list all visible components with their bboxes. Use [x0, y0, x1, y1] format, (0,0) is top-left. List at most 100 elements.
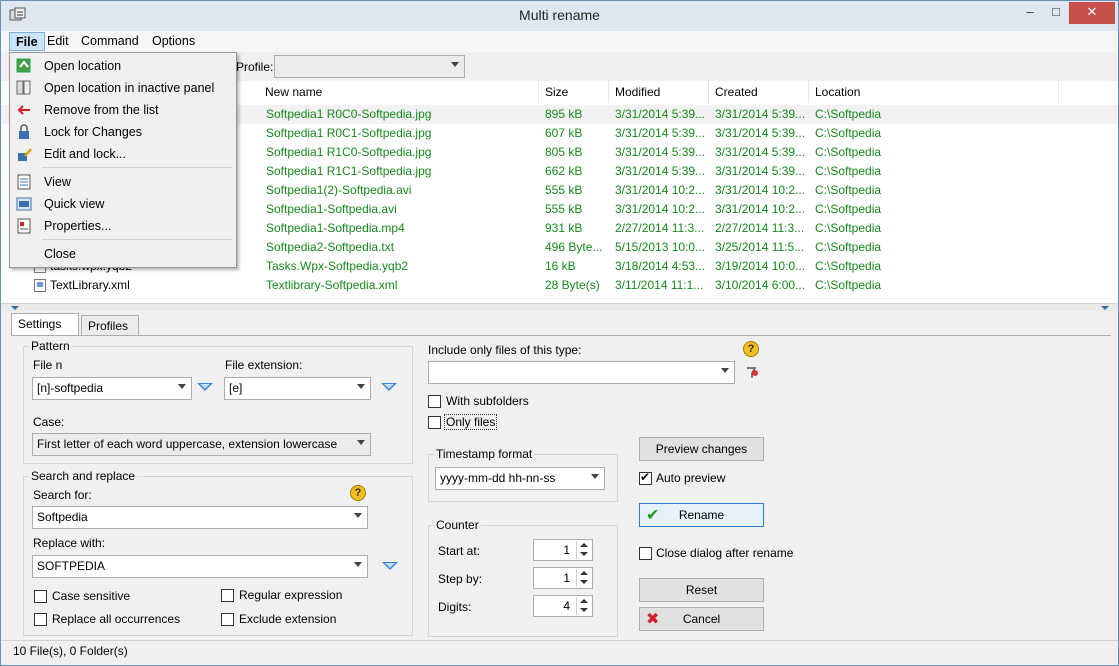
view-icon	[17, 174, 31, 190]
chevron-down-icon	[591, 474, 599, 479]
modified-cell: 3/18/2014 4:53...	[615, 259, 706, 273]
spinner-arrows-icon[interactable]	[576, 597, 591, 615]
menu-item-label: Open location	[44, 59, 122, 73]
chevron-down-icon	[357, 440, 365, 445]
tab-settings[interactable]: Settings	[11, 313, 79, 336]
menu-item-label: Properties...	[44, 219, 112, 233]
maximize-button[interactable]: □	[1043, 2, 1069, 24]
extension-insert-dropdown-icon[interactable]	[381, 383, 397, 391]
size-cell: 805 kB	[545, 145, 583, 159]
step-by-spinner[interactable]: 1	[533, 567, 593, 589]
filter-help-icon[interactable]: ?	[743, 341, 759, 357]
profile-select[interactable]	[274, 55, 465, 78]
replace-with-input[interactable]: SOFTPEDIA	[32, 555, 368, 578]
menu-item-label: Lock for Changes	[44, 125, 142, 139]
spinner-arrows-icon[interactable]	[576, 541, 591, 559]
case-select[interactable]: First letter of each word uppercase, ext…	[32, 433, 371, 456]
regex-label: Regular expression	[239, 588, 343, 602]
include-type-select[interactable]	[428, 361, 735, 384]
menu-item-remove[interactable]: Remove from the list	[10, 99, 236, 121]
with-subfolders-label: With subfolders	[446, 394, 529, 408]
digits-label: Digits:	[438, 600, 472, 614]
modified-cell: 3/31/2014 5:39...	[615, 145, 706, 159]
title-bar: Multi rename – □ ✕	[1, 1, 1118, 31]
new-name-cell: Softpedia2-Softpedia.txt	[266, 240, 395, 254]
new-name-cell: Softpedia1 R1C1-Softpedia.jpg	[266, 164, 432, 178]
status-text: 10 File(s), 0 Folder(s)	[13, 644, 128, 658]
define-filter-icon[interactable]	[745, 365, 761, 381]
collapse-left-icon[interactable]	[11, 306, 19, 310]
column-location[interactable]: Location	[809, 81, 1059, 103]
column-created[interactable]: Created	[709, 81, 809, 103]
start-at-label: Start at:	[438, 544, 481, 558]
cancel-label: Cancel	[682, 612, 721, 626]
menu-item-properties[interactable]: Properties...	[10, 215, 236, 237]
menu-item-label: Edit and lock...	[44, 147, 126, 161]
check-icon: ✔	[646, 507, 660, 524]
menu-item-edit-lock[interactable]: Edit and lock...	[10, 143, 236, 165]
close-window-button[interactable]: ✕	[1069, 2, 1115, 24]
reset-button[interactable]: Reset	[639, 578, 764, 602]
new-name-cell: Softpedia1-Softpedia.mp4	[266, 221, 405, 235]
menu-options[interactable]: Options	[146, 32, 201, 51]
minimize-button[interactable]: –	[1017, 2, 1043, 24]
digits-spinner[interactable]: 4	[533, 595, 593, 617]
with-subfolders-checkbox[interactable]	[428, 395, 441, 408]
replace-insert-dropdown-icon[interactable]	[382, 562, 398, 570]
auto-preview-checkbox[interactable]	[639, 470, 652, 485]
close-after-rename-checkbox[interactable]	[639, 547, 652, 560]
location-cell: C:\Softpedia	[815, 221, 882, 235]
menu-command[interactable]: Command	[75, 32, 145, 51]
new-name-cell: Tasks.Wpx-Softpedia.yqb2	[266, 259, 409, 273]
menu-item-quick-view[interactable]: Quick view	[10, 193, 236, 215]
size-cell: 496 Byte...	[545, 240, 603, 254]
collapse-right-icon[interactable]	[1101, 306, 1109, 310]
menu-item-view[interactable]: View	[10, 171, 236, 193]
file-name-insert-dropdown-icon[interactable]	[197, 383, 213, 391]
size-cell: 16 kB	[545, 259, 576, 273]
menu-file[interactable]: File	[9, 32, 45, 51]
menu-item-open-location[interactable]: Open location	[10, 55, 236, 77]
menu-edit[interactable]: Edit	[41, 32, 75, 51]
only-files-checkbox[interactable]	[428, 416, 441, 429]
replace-with-value: SOFTPEDIA	[37, 559, 106, 573]
case-sensitive-checkbox[interactable]	[34, 590, 47, 603]
created-cell: 3/31/2014 5:39...	[715, 107, 806, 121]
start-at-spinner[interactable]: 1	[533, 539, 593, 561]
menu-bar: File Edit Command Options	[1, 31, 1118, 52]
menu-item-close[interactable]: Close	[10, 243, 236, 265]
cancel-button[interactable]: ✖ Cancel	[639, 607, 764, 631]
remove-icon	[17, 105, 30, 115]
tab-profiles[interactable]: Profiles	[81, 315, 139, 336]
size-cell: 555 kB	[545, 202, 583, 216]
preview-changes-button[interactable]: Preview changes	[639, 437, 764, 461]
search-replace-group-label: Search and replace	[29, 469, 138, 483]
search-help-icon[interactable]: ?	[350, 485, 366, 501]
table-row[interactable]: TextLibrary.xml Textlibrary-Softpedia.xml…	[1, 276, 1118, 295]
column-new-name[interactable]: New name	[259, 81, 539, 103]
close-after-rename-label: Close dialog after rename	[656, 546, 794, 560]
menu-item-lock[interactable]: Lock for Changes	[10, 121, 236, 143]
menu-item-open-inactive[interactable]: Open location in inactive panel	[10, 77, 236, 99]
rename-button[interactable]: ✔ Rename	[639, 503, 764, 527]
file-name-label: File n	[33, 358, 63, 372]
splitter[interactable]	[1, 303, 1118, 311]
size-cell: 607 kB	[545, 126, 583, 140]
created-cell: 3/31/2014 5:39...	[715, 126, 806, 140]
timestamp-group-label: Timestamp format	[434, 447, 535, 461]
column-modified[interactable]: Modified	[609, 81, 709, 103]
spinner-arrows-icon[interactable]	[576, 569, 591, 587]
file-name-pattern-value: [n]-softpedia	[37, 381, 104, 395]
regex-checkbox[interactable]	[221, 589, 234, 602]
only-files-label: Only files	[444, 414, 498, 430]
auto-preview-label: Auto preview	[656, 471, 726, 485]
exclude-extension-checkbox[interactable]	[221, 613, 234, 626]
replace-all-checkbox[interactable]	[34, 613, 47, 626]
file-name-pattern-select[interactable]: [n]-softpedia	[32, 377, 192, 400]
search-for-input[interactable]: Softpedia	[32, 506, 368, 529]
location-cell: C:\Softpedia	[815, 278, 882, 292]
timestamp-format-select[interactable]: yyyy-mm-dd hh-nn-ss	[435, 467, 605, 490]
column-size[interactable]: Size	[539, 81, 609, 103]
new-name-cell: Textlibrary-Softpedia.xml	[266, 278, 398, 292]
file-extension-select[interactable]: [e]	[224, 377, 371, 400]
